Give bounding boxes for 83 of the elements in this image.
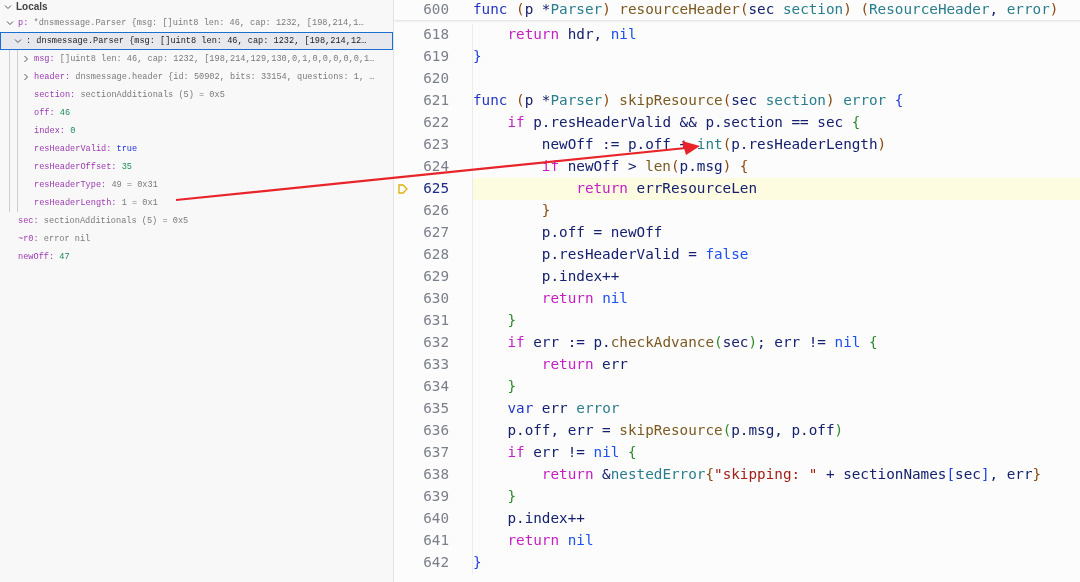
variable-entry: newOff: 47 bbox=[18, 250, 70, 264]
variable-row[interactable]: resHeaderOffset: 35 bbox=[0, 158, 393, 176]
code-line: if err := p.checkAdvance(sec); err != nil { bbox=[506, 333, 878, 353]
variable-row[interactable]: header: dnsmessage.header {id: 50902, bits: 33154, questions: 1, … bbox=[0, 68, 393, 86]
code-line: if p.resHeaderValid && p.section == sec { bbox=[506, 113, 861, 133]
code-line: } bbox=[473, 47, 482, 67]
line-number: 636 bbox=[422, 421, 449, 441]
code-line: p.index++ bbox=[540, 267, 620, 287]
code-line: } bbox=[506, 377, 517, 397]
variable-entry: off: 46 bbox=[34, 106, 71, 120]
variable-entry: resHeaderOffset: 35 bbox=[34, 160, 132, 174]
code-line: return nil bbox=[506, 531, 594, 551]
code-line: p.resHeaderValid = false bbox=[540, 245, 749, 265]
code-line: var err error bbox=[506, 399, 620, 419]
code-line: return err bbox=[540, 355, 628, 375]
line-number: 619 bbox=[422, 47, 449, 67]
variable-entry: : dnsmessage.Parser {msg: []uint8 len: 46, cap: 1232, [198,214,12… bbox=[26, 34, 367, 48]
code-line: return errResourceLen bbox=[575, 179, 758, 199]
chevron-right-icon[interactable] bbox=[22, 55, 30, 63]
code-line: p.off, err = skipResource(p.msg, p.off) bbox=[506, 421, 844, 441]
chevron-right-icon[interactable] bbox=[22, 73, 30, 81]
variable-row[interactable]: p: *dnsmessage.Parser {msg: []uint8 len: 46, cap: 1232, [198,214,1… bbox=[0, 14, 393, 32]
line-number: 640 bbox=[422, 509, 449, 529]
line-number: 618 bbox=[422, 25, 449, 45]
line-number: 642 bbox=[422, 553, 449, 573]
line-number: 628 bbox=[422, 245, 449, 265]
code-line: if err != nil { bbox=[506, 443, 637, 463]
code-line: func (p *Parser) skipResource(sec section) error { bbox=[473, 91, 904, 111]
line-number: 635 bbox=[422, 399, 449, 419]
variable-row[interactable]: msg: []uint8 len: 46, cap: 1232, [198,214,129,130,0,1,0,0,0,0,0,1… bbox=[0, 50, 393, 68]
variable-row[interactable]: ~r0: error nil bbox=[0, 230, 393, 248]
code-line: p.off = newOff bbox=[540, 223, 663, 243]
line-number: 639 bbox=[422, 487, 449, 507]
variable-entry: section: sectionAdditionals (5) = 0x5 bbox=[34, 88, 225, 102]
variable-entry: resHeaderValid: true bbox=[34, 142, 138, 156]
code-line: return &nestedError{"skipping: " + sectionNames[sec], err} bbox=[540, 465, 1042, 485]
code-line: } bbox=[473, 553, 482, 573]
variable-row[interactable]: newOff: 47 bbox=[0, 248, 393, 266]
variable-entry: ~r0: error nil bbox=[18, 232, 91, 246]
code-line: } bbox=[506, 311, 517, 331]
line-number: 624 bbox=[422, 157, 449, 177]
variable-row[interactable]: resHeaderValid: true bbox=[0, 140, 393, 158]
variable-row[interactable]: off: 46 bbox=[0, 104, 393, 122]
line-number: 621 bbox=[422, 91, 449, 111]
line-number: 625 bbox=[422, 179, 449, 199]
line-number: 634 bbox=[422, 377, 449, 397]
line-number: 631 bbox=[422, 311, 449, 331]
variable-row[interactable]: sec: sectionAdditionals (5) = 0x5 bbox=[0, 212, 393, 230]
code-line: } bbox=[540, 201, 551, 221]
variable-entry: header: dnsmessage.header {id: 50902, bits: 33154, questions: 1, … bbox=[34, 70, 375, 84]
variable-entry: sec: sectionAdditionals (5) = 0x5 bbox=[18, 214, 189, 228]
variable-row[interactable]: section: sectionAdditionals (5) = 0x5 bbox=[0, 86, 393, 104]
sticky-scroll-header[interactable]: 600 func (p *Parser) resourceHeader(sec section) (ResourceHeader, error) bbox=[394, 0, 1080, 20]
line-number: 641 bbox=[422, 531, 449, 551]
locals-header[interactable]: Locals bbox=[0, 0, 393, 14]
variable-entry: resHeaderLength: 1 = 0x1 bbox=[34, 196, 158, 210]
line-number: 623 bbox=[422, 135, 449, 155]
variable-row[interactable]: : dnsmessage.Parser {msg: []uint8 len: 46, cap: 1232, [198,214,12… bbox=[0, 32, 393, 50]
line-number: 637 bbox=[422, 443, 449, 463]
variable-row[interactable]: resHeaderType: 49 = 0x31 bbox=[0, 176, 393, 194]
line-number: 626 bbox=[422, 201, 449, 221]
code-line: p.index++ bbox=[506, 509, 585, 529]
variable-row[interactable]: resHeaderLength: 1 = 0x1 bbox=[0, 194, 393, 212]
variable-entry: p: *dnsmessage.Parser {msg: []uint8 len: 46, cap: 1232, [198,214,1… bbox=[18, 16, 364, 30]
line-number: 629 bbox=[422, 267, 449, 287]
code-line: func (p *Parser) resourceHeader(sec section) (ResourceHeader, error) bbox=[473, 1, 1059, 18]
variable-entry: msg: []uint8 len: 46, cap: 1232, [198,214,129,130,0,1,0,0,0,0,0,1… bbox=[34, 52, 375, 66]
code-line: return nil bbox=[540, 289, 628, 309]
line-number: 633 bbox=[422, 355, 449, 375]
line-number: 630 bbox=[422, 289, 449, 309]
line-number: 632 bbox=[422, 333, 449, 353]
execution-pointer-icon bbox=[398, 184, 408, 194]
line-number: 622 bbox=[422, 113, 449, 133]
line-number: 627 bbox=[422, 223, 449, 243]
variable-row[interactable]: index: 0 bbox=[0, 122, 393, 140]
chevron-down-icon[interactable] bbox=[14, 37, 22, 45]
variable-entry: index: 0 bbox=[34, 124, 76, 138]
line-number: 620 bbox=[422, 69, 449, 89]
line-number: 638 bbox=[422, 465, 449, 485]
variable-entry: resHeaderType: 49 = 0x31 bbox=[34, 178, 158, 192]
line-number: 600 bbox=[422, 0, 449, 20]
code-line: } bbox=[506, 487, 517, 507]
code-line: return hdr, nil bbox=[506, 25, 637, 45]
